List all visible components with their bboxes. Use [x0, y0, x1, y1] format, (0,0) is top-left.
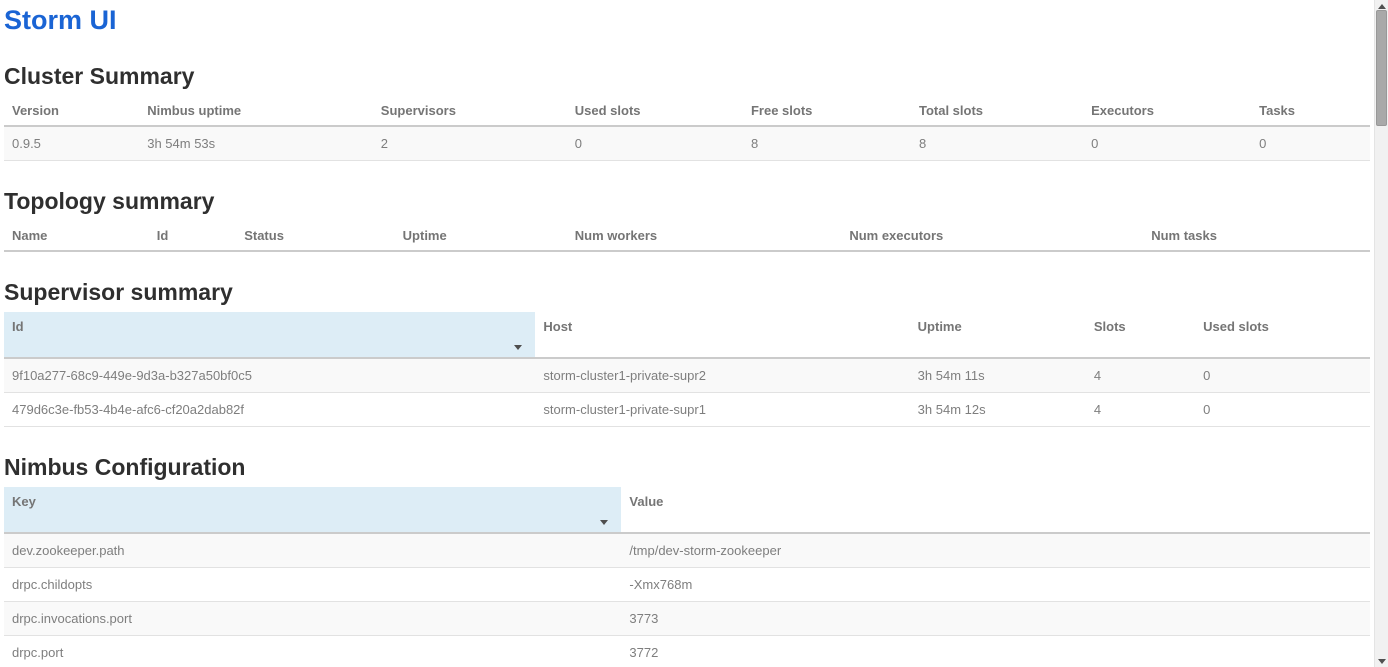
column-header-executors[interactable]: Executors	[1083, 96, 1251, 126]
cell-slots: 4	[1086, 358, 1195, 393]
supervisor-summary-table: Id Host Uptime Slots Used slots 9f10a277…	[4, 312, 1370, 427]
header-row: Key Value	[4, 487, 1370, 533]
cell-config-key: drpc.childopts	[4, 568, 621, 602]
column-header-key[interactable]: Key	[4, 487, 621, 533]
nimbus-configuration-table: Key Value dev.zookeeper.path /tmp/dev-st…	[4, 487, 1370, 667]
cell-used-slots: 0	[1195, 393, 1370, 427]
column-header-slots[interactable]: Slots	[1086, 312, 1195, 358]
cell-tasks: 0	[1251, 126, 1370, 161]
column-header-version[interactable]: Version	[4, 96, 139, 126]
cell-config-key: dev.zookeeper.path	[4, 533, 621, 568]
column-header-status[interactable]: Status	[236, 221, 394, 251]
column-header-num-executors[interactable]: Num executors	[841, 221, 1143, 251]
scroll-down-arrow-icon	[1378, 659, 1386, 664]
header-row: Version Nimbus uptime Supervisors Used s…	[4, 96, 1370, 126]
column-header-id-label: Id	[12, 319, 24, 334]
cell-free-slots: 8	[743, 126, 911, 161]
cluster-summary-heading: Cluster Summary	[4, 63, 1370, 89]
cell-config-value: 3773	[621, 602, 1370, 636]
table-row: 9f10a277-68c9-449e-9d3a-b327a50bf0c5 sto…	[4, 358, 1370, 393]
column-header-nimbus-uptime[interactable]: Nimbus uptime	[139, 96, 373, 126]
column-header-used-slots[interactable]: Used slots	[1195, 312, 1370, 358]
cell-uptime: 3h 54m 12s	[910, 393, 1086, 427]
cell-host: storm-cluster1-private-supr2	[535, 358, 909, 393]
cell-supervisor-id: 479d6c3e-fb53-4b4e-afc6-cf20a2dab82f	[4, 393, 535, 427]
topology-summary-heading: Topology summary	[4, 188, 1370, 214]
page-title[interactable]: Storm UI	[4, 5, 1370, 36]
cell-supervisor-id: 9f10a277-68c9-449e-9d3a-b327a50bf0c5	[4, 358, 535, 393]
cell-executors: 0	[1083, 126, 1251, 161]
column-header-tasks[interactable]: Tasks	[1251, 96, 1370, 126]
scroll-down-button[interactable]	[1375, 655, 1388, 667]
column-header-num-tasks[interactable]: Num tasks	[1143, 221, 1370, 251]
cell-config-key: drpc.port	[4, 636, 621, 667]
topology-summary-table: Name Id Status Uptime Num workers Num ex…	[4, 221, 1370, 252]
table-row: dev.zookeeper.path /tmp/dev-storm-zookee…	[4, 533, 1370, 568]
column-header-id[interactable]: Id	[149, 221, 236, 251]
cell-total-slots: 8	[911, 126, 1083, 161]
cell-slots: 4	[1086, 393, 1195, 427]
table-row: drpc.childopts -Xmx768m	[4, 568, 1370, 602]
cell-uptime: 3h 54m 11s	[910, 358, 1086, 393]
column-header-uptime[interactable]: Uptime	[395, 221, 567, 251]
table-row: drpc.port 3772	[4, 636, 1370, 667]
table-row: 0.9.5 3h 54m 53s 2 0 8 8 0 0	[4, 126, 1370, 161]
supervisor-summary-heading: Supervisor summary	[4, 279, 1370, 305]
cell-used-slots: 0	[567, 126, 743, 161]
column-header-id[interactable]: Id	[4, 312, 535, 358]
cluster-summary-table: Version Nimbus uptime Supervisors Used s…	[4, 96, 1370, 161]
vertical-scrollbar[interactable]	[1374, 0, 1388, 667]
table-row: 479d6c3e-fb53-4b4e-afc6-cf20a2dab82f sto…	[4, 393, 1370, 427]
column-header-uptime[interactable]: Uptime	[910, 312, 1086, 358]
column-header-free-slots[interactable]: Free slots	[743, 96, 911, 126]
cell-config-value: -Xmx768m	[621, 568, 1370, 602]
header-row: Name Id Status Uptime Num workers Num ex…	[4, 221, 1370, 251]
scroll-up-arrow-icon	[1378, 4, 1386, 9]
nimbus-configuration-heading: Nimbus Configuration	[4, 454, 1370, 480]
column-header-host[interactable]: Host	[535, 312, 909, 358]
cell-config-key: drpc.invocations.port	[4, 602, 621, 636]
sort-desc-icon	[600, 520, 608, 525]
cell-host: storm-cluster1-private-supr1	[535, 393, 909, 427]
cell-used-slots: 0	[1195, 358, 1370, 393]
column-header-key-label: Key	[12, 494, 36, 509]
main-content: Storm UI Cluster Summary Version Nimbus …	[4, 5, 1370, 667]
header-row: Id Host Uptime Slots Used slots	[4, 312, 1370, 358]
cell-config-value: 3772	[621, 636, 1370, 667]
scrollbar-thumb[interactable]	[1376, 10, 1387, 126]
column-header-used-slots[interactable]: Used slots	[567, 96, 743, 126]
column-header-value[interactable]: Value	[621, 487, 1370, 533]
table-row: drpc.invocations.port 3773	[4, 602, 1370, 636]
column-header-supervisors[interactable]: Supervisors	[373, 96, 567, 126]
cell-version: 0.9.5	[4, 126, 139, 161]
column-header-name[interactable]: Name	[4, 221, 149, 251]
cell-config-value: /tmp/dev-storm-zookeeper	[621, 533, 1370, 568]
column-header-total-slots[interactable]: Total slots	[911, 96, 1083, 126]
cell-supervisors: 2	[373, 126, 567, 161]
sort-desc-icon	[514, 345, 522, 350]
column-header-num-workers[interactable]: Num workers	[567, 221, 842, 251]
cell-nimbus-uptime: 3h 54m 53s	[139, 126, 373, 161]
